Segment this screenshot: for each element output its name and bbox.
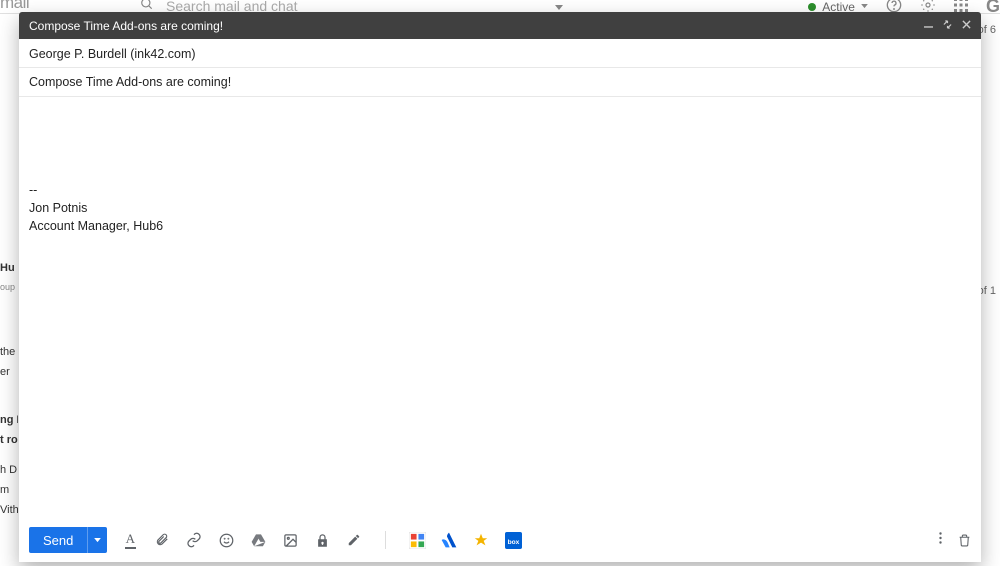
close-icon[interactable] — [962, 20, 971, 32]
bg-side-snippets: Hu oup the H er ng P t ro h D m Vith — [0, 70, 18, 522]
drive-icon[interactable] — [249, 531, 267, 549]
signature-name: Jon Potnis — [29, 199, 971, 217]
fullscreen-icon[interactable] — [943, 20, 952, 32]
discard-icon[interactable] — [958, 533, 971, 548]
photo-icon[interactable] — [281, 531, 299, 549]
addon-atlassian-icon[interactable] — [440, 531, 458, 549]
message-body[interactable]: -- Jon Potnis Account Manager, Hub6 — [19, 97, 981, 518]
addon-3-icon[interactable] — [472, 531, 490, 549]
compose-title: Compose Time Add-ons are coming! — [29, 19, 223, 33]
svg-text:box: box — [507, 538, 519, 545]
send-button[interactable]: Send — [29, 527, 87, 553]
minimize-icon[interactable] — [924, 20, 933, 32]
subject-value: Compose Time Add-ons are coming! — [29, 75, 231, 89]
recipient-value: George P. Burdell (ink42.com) — [29, 47, 196, 61]
signature-dashes: -- — [29, 181, 971, 199]
emoji-icon[interactable] — [217, 531, 235, 549]
addon-box-icon[interactable]: box — [504, 531, 522, 549]
confidential-icon[interactable] — [313, 531, 331, 549]
more-options-icon[interactable] — [939, 531, 942, 550]
recipient-field[interactable]: George P. Burdell (ink42.com) — [19, 39, 981, 68]
formatting-icon[interactable]: A — [121, 531, 139, 549]
compose-dialog: Compose Time Add-ons are coming! George … — [19, 12, 981, 562]
subject-field[interactable]: Compose Time Add-ons are coming! — [19, 68, 981, 97]
status-dot-icon — [808, 3, 816, 11]
addon-1-icon[interactable] — [408, 531, 426, 549]
compose-toolbar: Send A — [19, 518, 981, 562]
signature-title: Account Manager, Hub6 — [29, 217, 971, 235]
link-icon[interactable] — [185, 531, 203, 549]
toolbar-divider — [385, 531, 386, 549]
send-options-button[interactable] — [87, 527, 107, 553]
pen-icon[interactable] — [345, 531, 363, 549]
compose-header: Compose Time Add-ons are coming! — [19, 12, 981, 39]
attach-icon[interactable] — [153, 531, 171, 549]
account-icon[interactable]: G — [986, 0, 1000, 14]
